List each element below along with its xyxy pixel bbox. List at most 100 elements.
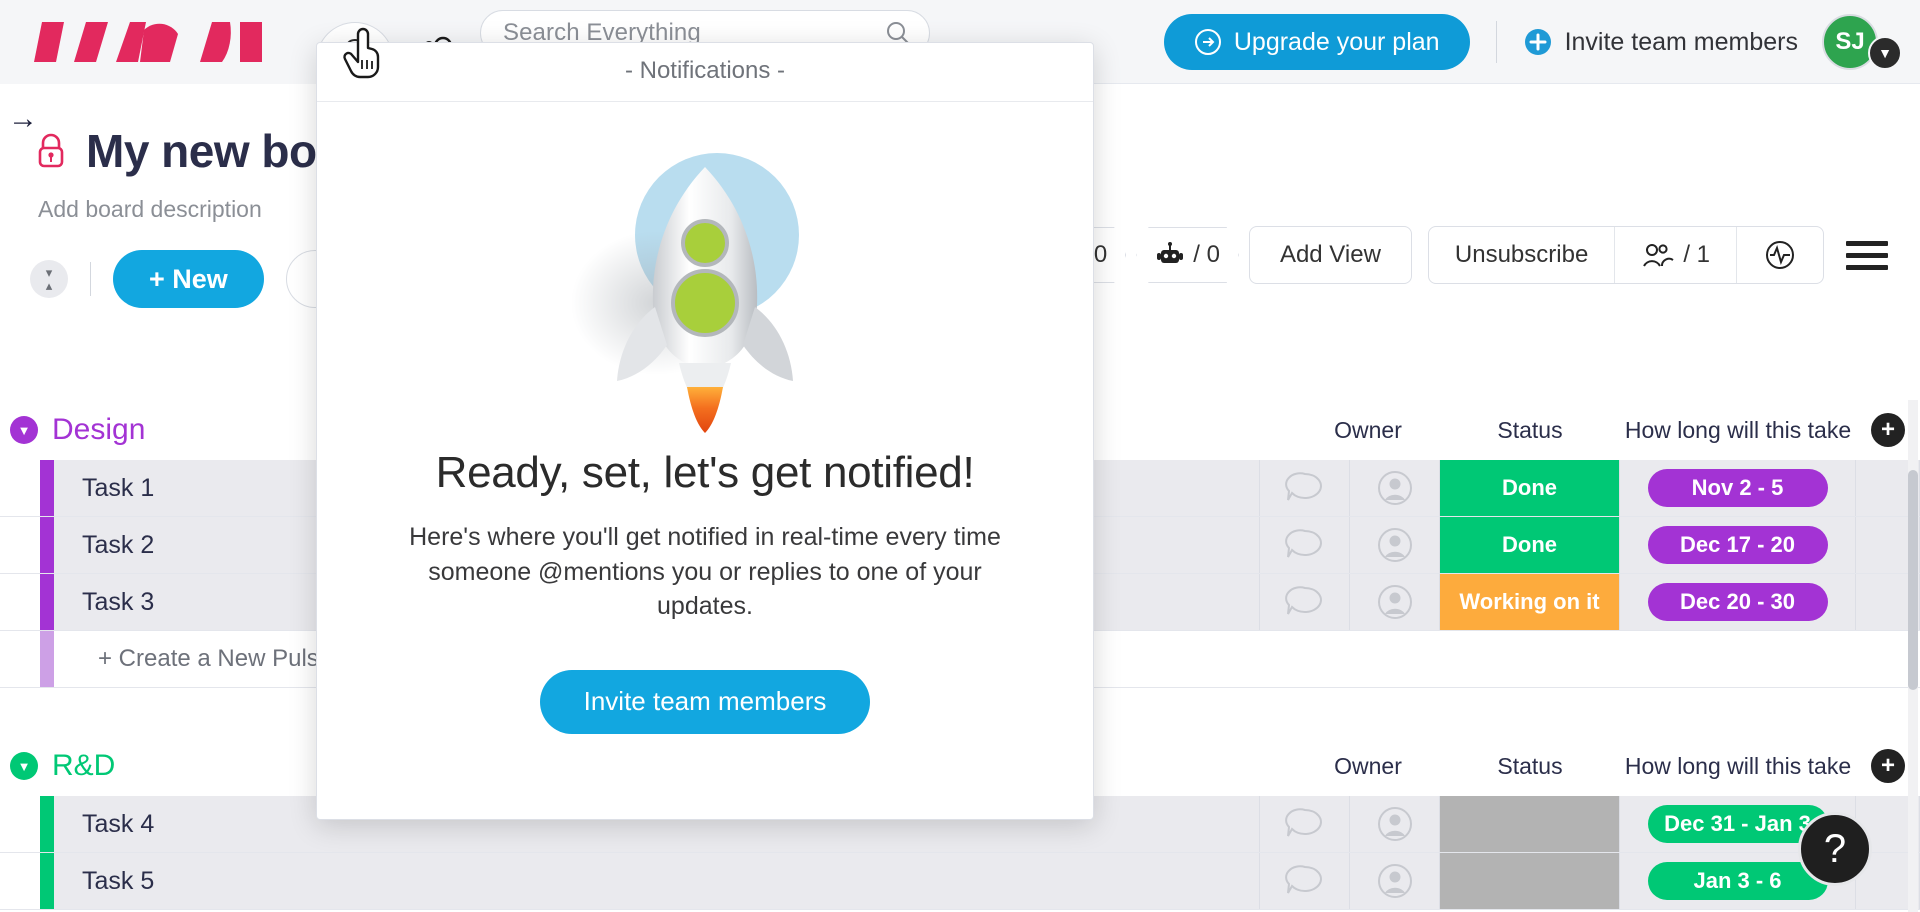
add-view-button[interactable]: Add View <box>1248 226 1412 284</box>
plus-circle-icon <box>1524 29 1551 55</box>
timeline-pill: Nov 2 - 5 <box>1647 469 1828 507</box>
row-updates-cell[interactable] <box>1260 517 1350 573</box>
popup-invite-team-members-button[interactable]: Invite team members <box>539 669 871 734</box>
members-count: / 1 <box>1683 241 1710 268</box>
popup-body-line-2: someone @mentions you or replies to one … <box>428 557 982 621</box>
chevron-up-small-icon: ▴ <box>45 278 53 293</box>
chevron-down-icon[interactable]: ▼ <box>1868 36 1902 70</box>
column-header-owner[interactable]: Owner <box>1296 753 1440 780</box>
brand-logo[interactable] <box>0 0 316 84</box>
row-updates-cell[interactable] <box>1260 460 1350 516</box>
row-timeline-cell[interactable]: Dec 17 - 20 <box>1620 517 1856 573</box>
row-status-cell[interactable]: Working on it <box>1440 574 1620 630</box>
rocket-icon <box>571 153 799 433</box>
row-updates-cell[interactable] <box>1260 574 1350 630</box>
board-app: Search Everything Upgrade your plan Invi… <box>0 0 1920 912</box>
row-owner-cell[interactable] <box>1350 460 1440 516</box>
comment-bubble-icon <box>1284 865 1322 894</box>
user-menu[interactable]: SJ ▼ <box>1822 14 1902 70</box>
row-updates-cell[interactable] <box>1260 853 1350 909</box>
person-placeholder-icon <box>1377 585 1412 619</box>
burger-line-2 <box>1846 252 1888 258</box>
notifications-popup-header: - Notifications - <box>317 43 1093 102</box>
group-column-headers: Owner Status How long will this take + <box>1296 736 1920 796</box>
vertical-scrollbar-thumb[interactable] <box>1908 470 1918 690</box>
row-owner-cell[interactable] <box>1350 853 1440 909</box>
row-color-bar <box>40 631 54 687</box>
comment-bubble-icon <box>1284 529 1322 558</box>
popup-body-line-1: Here's where you'll get notified in real… <box>409 523 1001 551</box>
column-header-timeline[interactable]: How long will this take <box>1620 417 1856 444</box>
person-placeholder-icon <box>1377 528 1412 562</box>
automations-count: / 0 <box>1193 241 1220 268</box>
board-members-button[interactable]: / 1 <box>1615 227 1737 283</box>
invite-team-members-link[interactable]: Invite team members <box>1523 27 1798 57</box>
rocket-illustration <box>535 132 875 442</box>
row-owner-cell[interactable] <box>1350 517 1440 573</box>
robot-icon <box>1157 242 1184 263</box>
column-header-status[interactable]: Status <box>1440 753 1620 780</box>
row-owner-cell[interactable] <box>1350 574 1440 630</box>
row-title[interactable]: Task 5 <box>54 853 1260 909</box>
table-row[interactable]: Task 5 Jan 3 - 6 <box>0 853 1920 910</box>
row-color-bar <box>40 853 54 909</box>
row-status-cell[interactable]: Done <box>1440 460 1620 516</box>
column-header-timeline[interactable]: How long will this take <box>1620 753 1856 780</box>
burger-line-3 <box>1846 264 1888 270</box>
new-item-button[interactable]: + New <box>113 250 264 308</box>
group-column-headers: Owner Status How long will this take + <box>1296 400 1920 460</box>
group-collapse-icon[interactable]: ▼ <box>10 416 38 444</box>
activity-pulse-icon <box>1766 241 1794 269</box>
person-placeholder-icon <box>1377 471 1412 505</box>
add-column-icon[interactable]: + <box>1871 413 1905 447</box>
row-color-bar <box>40 517 54 573</box>
notifications-popup-heading: Ready, set, let's get notified! <box>435 448 975 497</box>
topbar-actions: Upgrade your plan Invite team members SJ… <box>1163 0 1902 84</box>
row-timeline-cell[interactable]: Dec 20 - 30 <box>1620 574 1856 630</box>
row-owner-cell[interactable] <box>1350 796 1440 852</box>
column-header-status[interactable]: Status <box>1440 417 1620 444</box>
comment-bubble-icon <box>1284 472 1322 501</box>
burger-line-1 <box>1846 240 1888 246</box>
row-status-cell[interactable] <box>1440 853 1620 909</box>
arrow-circle-right-icon <box>1194 29 1221 55</box>
notifications-popup-body: Here's where you'll get notified in real… <box>395 520 1015 624</box>
monday-logo-icon <box>34 21 262 62</box>
comment-bubble-icon <box>1284 586 1322 615</box>
mouse-cursor-hand-icon <box>343 27 380 79</box>
collapse-all-icon[interactable]: ▾ ▴ <box>30 260 68 298</box>
timeline-pill: Dec 20 - 30 <box>1647 583 1828 621</box>
upgrade-plan-button[interactable]: Upgrade your plan <box>1163 14 1470 70</box>
board-menu-button[interactable] <box>1846 240 1888 270</box>
timeline-pill: Dec 17 - 20 <box>1647 526 1828 564</box>
row-timeline-cell[interactable]: Nov 2 - 5 <box>1620 460 1856 516</box>
board-toolbar: / 0 / 0 Add View Unsubscribe <box>1025 226 1888 284</box>
row-color-bar <box>40 460 54 516</box>
private-lock-icon <box>38 133 64 168</box>
row-status-cell[interactable] <box>1440 796 1620 852</box>
person-placeholder-icon <box>1377 864 1412 898</box>
group-title[interactable]: R&D <box>52 749 115 783</box>
group-collapse-icon[interactable]: ▼ <box>10 752 38 780</box>
timeline-pill: Jan 3 - 6 <box>1647 862 1828 900</box>
board-action-bar: ▾ ▴ + New <box>30 250 344 308</box>
person-placeholder-icon <box>1377 807 1412 841</box>
row-status-cell[interactable]: Done <box>1440 517 1620 573</box>
subscription-group: Unsubscribe / 1 <box>1427 226 1824 284</box>
row-color-bar <box>40 574 54 630</box>
upgrade-plan-label: Upgrade your plan <box>1233 27 1440 56</box>
unsubscribe-button[interactable]: Unsubscribe <box>1429 227 1616 283</box>
action-divider <box>90 262 91 296</box>
group-title[interactable]: Design <box>52 413 145 447</box>
board-description[interactable]: Add board description <box>38 196 262 223</box>
people-icon <box>1643 244 1674 267</box>
comment-bubble-icon <box>1284 808 1322 837</box>
row-color-bar <box>40 796 54 852</box>
help-button[interactable]: ? <box>1798 812 1872 886</box>
topbar-divider-1 <box>1495 21 1497 63</box>
row-updates-cell[interactable] <box>1260 796 1350 852</box>
activity-log-button[interactable] <box>1737 227 1823 283</box>
column-header-owner[interactable]: Owner <box>1296 417 1440 444</box>
automations-button[interactable]: / 0 <box>1136 227 1239 283</box>
add-column-icon[interactable]: + <box>1871 749 1905 783</box>
